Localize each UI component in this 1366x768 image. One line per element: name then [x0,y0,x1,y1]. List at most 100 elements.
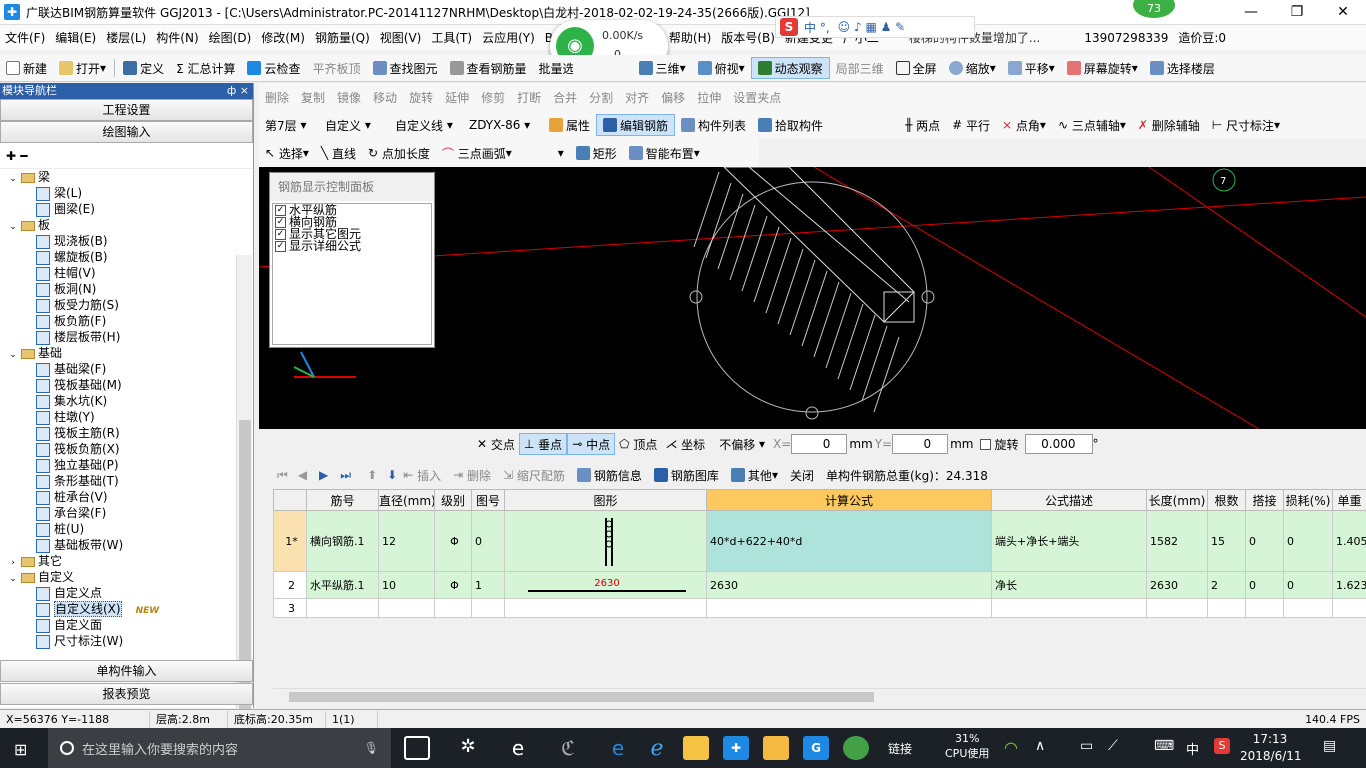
cell-count[interactable]: 15 [1207,510,1246,572]
action-center-icon[interactable]: ▤ [1323,738,1336,754]
edge-icon[interactable]: e [605,736,631,760]
properties-button[interactable]: 属性 [543,114,596,136]
col-rebar-no[interactable]: 筋号 [306,489,379,511]
tray-app-icon[interactable]: ▭ [1080,738,1093,754]
tree-item[interactable]: 桩(U) [0,521,236,537]
type-select[interactable]: 自定义 ▾ [319,114,389,136]
tree-item[interactable]: 板洞(N) [0,281,236,297]
col-formula[interactable]: 计算公式 [706,489,992,511]
task-view-icon[interactable] [404,736,430,760]
browser-icon[interactable]: ℭ [555,736,581,760]
cell-rebar-no[interactable] [306,598,379,618]
batch-select-button[interactable]: 批量选择 [533,57,573,79]
cell-shape[interactable]: 2630 [504,571,707,599]
col-unit-weight[interactable]: 单重 [1332,489,1366,511]
tree-item[interactable]: 板负筋(F) [0,313,236,329]
fullscreen-button[interactable]: 全屏 [890,57,943,79]
select-floor-button[interactable]: 选择楼层 [1144,57,1221,79]
col-length[interactable]: 长度(mm) [1146,489,1208,511]
rotate-button[interactable]: 旋转 [403,86,439,108]
y-input[interactable]: 0 [892,434,949,454]
cpu-monitor[interactable]: 31% CPU使用 [945,732,989,761]
cell-shape[interactable] [504,598,707,618]
cell-unit-weight[interactable]: 1.623 [1332,571,1366,599]
top-view-button[interactable]: 俯视 ▾ [692,57,751,79]
view-rebar-qty-button[interactable]: 查看钢筋量 [444,57,533,79]
tree-item[interactable]: 柱帽(V) [0,265,236,281]
glodon-app-icon[interactable]: ✚ [723,736,749,760]
col-diameter[interactable]: 直径(mm) [378,489,435,511]
cell-loss[interactable] [1283,598,1333,618]
ime-indicator[interactable]: 中 [1186,739,1199,758]
table-row[interactable]: 1* 横向钢筋.1 12 Φ 0 40*d+622+40*d 端头+净长+端头 … [273,510,1366,572]
tree-item[interactable]: 集水坑(K) [0,393,236,409]
cloud-check-button[interactable]: 云检查 [241,57,306,79]
ie-icon[interactable]: ℯ [644,736,670,761]
line-tool-button[interactable]: ╲ 直线 [315,142,362,164]
snap-perpendicular-button[interactable]: ⊥ 垂点 [518,433,568,455]
wifi-tray-icon[interactable]: ◠ [1004,738,1018,757]
cell-rebar-no[interactable]: 横向钢筋.1 [306,510,379,572]
tree-folder[interactable]: ⌄ 梁 [0,169,236,185]
file-explorer-icon[interactable] [683,736,709,760]
cell-grade[interactable] [434,598,472,618]
cell-shape-no[interactable]: 0 [471,510,505,572]
new-button[interactable]: 新建 [0,57,53,79]
tree-item[interactable]: 筏板基础(M) [0,377,236,393]
cell-formula[interactable] [706,598,992,618]
smart-layout-button[interactable]: 智能布置 ▾ [623,142,706,164]
menu-component[interactable]: 构件(N) [151,29,203,46]
move-down-icon[interactable]: ⬇ [387,468,397,482]
other-button[interactable]: 其他 ▾ [725,464,784,486]
local-3d-button[interactable]: 局部三维 [830,57,890,79]
move-up-icon[interactable]: ⬆ [367,468,377,482]
offset-button[interactable]: 偏移 [655,86,691,108]
cell-formula[interactable]: 40*d+622+40*d [706,510,992,572]
move-button[interactable]: 移动 [367,86,403,108]
rebar-library-button[interactable]: 钢筋图库 [648,464,725,486]
rotate-checkbox[interactable] [979,438,991,450]
three-point-arc-button[interactable]: ⌒ 三点画弧 ▾ [436,142,518,164]
table-hscrollbar[interactable] [273,688,1366,704]
stretch-button[interactable]: 拉伸 [691,86,727,108]
menu-tools[interactable]: 工具(T) [426,29,477,46]
cell-formula[interactable]: 2630 [706,571,992,599]
select-tool-button[interactable]: ↖ 选择 ▾ [259,142,315,164]
open-button[interactable]: 打开 ▾ [53,57,112,79]
define-button[interactable]: 定义 [117,57,170,79]
g-app-icon[interactable]: G [803,736,829,760]
tree-item[interactable]: 筏板负筋(X) [0,441,236,457]
subtype-select[interactable]: 自定义线 ▾ [389,114,463,136]
col-loss[interactable]: 损耗(%) [1283,489,1333,511]
summary-calc-button[interactable]: Σ 汇总计算 [170,57,241,79]
point-angle-button[interactable]: ⨯ 点角 ▾ [996,114,1052,136]
cell-shape-no[interactable] [471,598,505,618]
rebar-info-button[interactable]: 钢筋信息 [571,464,648,486]
cell-lap[interactable]: 0 [1245,571,1284,599]
tree-item[interactable]: 自定义线(X) NEW [0,601,236,617]
cell-shape[interactable] [504,510,707,572]
scale-rebar-button[interactable]: ⇲ 缩尺配筋 [497,464,571,486]
point-length-button[interactable]: ↻ 点加长度 [362,142,436,164]
col-shape[interactable]: 图形 [504,489,707,511]
cell-shape-no[interactable]: 1 [471,571,505,599]
break-button[interactable]: 打断 [511,86,547,108]
single-component-input-button[interactable]: 单构件输入 [0,660,253,682]
cell-loss[interactable]: 0 [1283,571,1333,599]
col-lap[interactable]: 搭接 [1245,489,1284,511]
minimize-button[interactable]: — [1228,0,1274,25]
cell-formula-desc[interactable] [991,598,1147,618]
cell-unit-weight[interactable]: 1.405 [1332,510,1366,572]
cell-length[interactable]: 2630 [1146,571,1208,599]
tray-expand-icon[interactable]: ∧ [1035,738,1045,754]
set-grip-button[interactable]: 设置夹点 [727,86,787,108]
tree-item[interactable]: 承台梁(F) [0,505,236,521]
tree-folder[interactable]: › 其它 [0,553,236,569]
col-formula-desc[interactable]: 公式描述 [991,489,1147,511]
edge-legacy-icon[interactable]: e [505,736,531,760]
menu-file[interactable]: 文件(F) [0,29,50,46]
snap-coordinate-button[interactable]: ⋌ 坐标 [661,433,709,455]
align-button[interactable]: 对齐 [619,86,655,108]
offset-select[interactable]: 不偏移 ▾ [715,433,769,455]
nav-last-icon[interactable]: ⏭ [340,468,351,483]
